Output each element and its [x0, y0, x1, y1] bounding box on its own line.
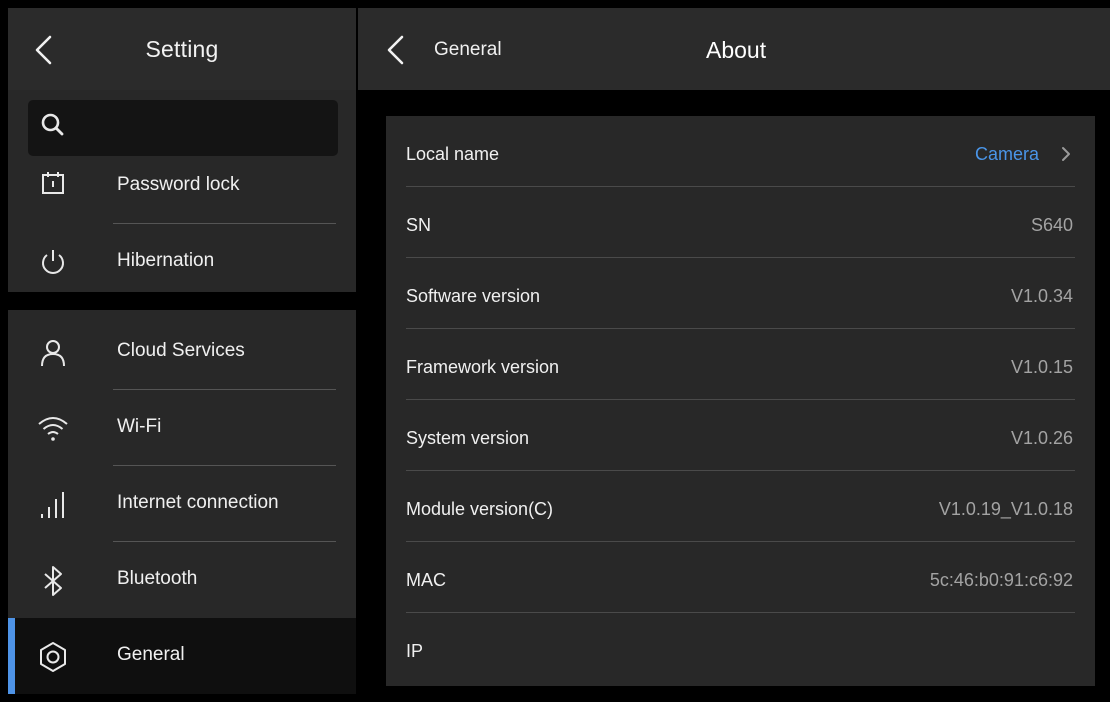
settings-group-main: Cloud Services Wi-Fi Internet connection	[8, 310, 356, 694]
row-value: S640	[1030, 215, 1073, 235]
framework-version-row: Framework version V1.0.15	[386, 329, 1095, 400]
wifi-icon	[38, 417, 68, 441]
row-label: IP	[406, 641, 424, 661]
sidebar-item-bluetooth[interactable]: Bluetooth	[8, 542, 356, 618]
sidebar-item-label: Hibernation	[117, 250, 215, 271]
system-version-row: System version V1.0.26	[386, 400, 1095, 471]
sidebar-item-wifi[interactable]: Wi-Fi	[8, 390, 356, 466]
settings-title: Setting	[145, 36, 219, 62]
sn-row: SN S640	[386, 187, 1095, 258]
search-icon	[41, 113, 64, 136]
breadcrumb[interactable]: General	[434, 39, 502, 61]
sidebar-item-label: Cloud Services	[117, 340, 245, 361]
back-arrow-icon[interactable]	[384, 34, 408, 66]
sidebar-item-label: Password lock	[117, 174, 240, 195]
user-icon	[41, 340, 65, 367]
sidebar-item-hibernation[interactable]: Hibernation	[8, 224, 356, 300]
row-label: Framework version	[406, 357, 560, 377]
row-value: 5c:46:b0:91:c6:92	[929, 570, 1073, 590]
about-list: Local name Camera SN S640 Software versi…	[386, 116, 1095, 686]
row-label: SN	[406, 215, 432, 235]
sidebar-item-cloud-services[interactable]: Cloud Services	[8, 314, 356, 390]
row-value: V1.0.26	[1010, 428, 1073, 448]
software-version-row: Software version V1.0.34	[386, 258, 1095, 329]
settings-group-security: Password lock Hibernation	[8, 90, 356, 292]
row-value: V1.0.34	[1010, 286, 1073, 306]
chevron-right-icon	[1062, 147, 1070, 161]
selected-indicator	[8, 618, 15, 694]
row-value: V1.0.19_V1.0.18	[938, 499, 1073, 519]
sidebar-item-general[interactable]: General	[8, 618, 356, 694]
row-value: V1.0.15	[1010, 357, 1073, 377]
row-label: Local name	[406, 144, 500, 164]
signal-bars-icon	[41, 492, 64, 518]
page-title: About	[706, 37, 767, 63]
module-version-row: Module version(C) V1.0.19_V1.0.18	[386, 471, 1095, 542]
sidebar-item-label: Bluetooth	[117, 568, 198, 589]
settings-header: Setting	[8, 8, 356, 90]
ip-row: IP	[386, 613, 1095, 684]
row-label: MAC	[406, 570, 446, 590]
row-label: Module version(C)	[406, 499, 554, 519]
password-lock-icon	[42, 172, 64, 194]
gear-icon	[40, 642, 66, 672]
sidebar-item-label: General	[117, 644, 185, 665]
sidebar-item-internet-connection[interactable]: Internet connection	[8, 466, 356, 542]
sidebar-item-password-lock[interactable]: Password lock	[8, 148, 356, 224]
bluetooth-icon	[44, 566, 62, 596]
local-name-row[interactable]: Local name Camera	[386, 116, 1095, 187]
about-header: General About	[358, 8, 1110, 90]
sidebar-item-label: Internet connection	[117, 492, 279, 513]
row-label: System version	[406, 428, 530, 448]
local-name-value[interactable]: Camera	[975, 144, 1039, 165]
row-label: Software version	[406, 286, 541, 306]
mac-row: MAC 5c:46:b0:91:c6:92	[386, 542, 1095, 613]
power-icon	[42, 250, 64, 274]
settings-screen: Setting Password lock Hibernation Cloud …	[8, 8, 1110, 702]
sidebar-item-label: Wi-Fi	[117, 416, 162, 437]
